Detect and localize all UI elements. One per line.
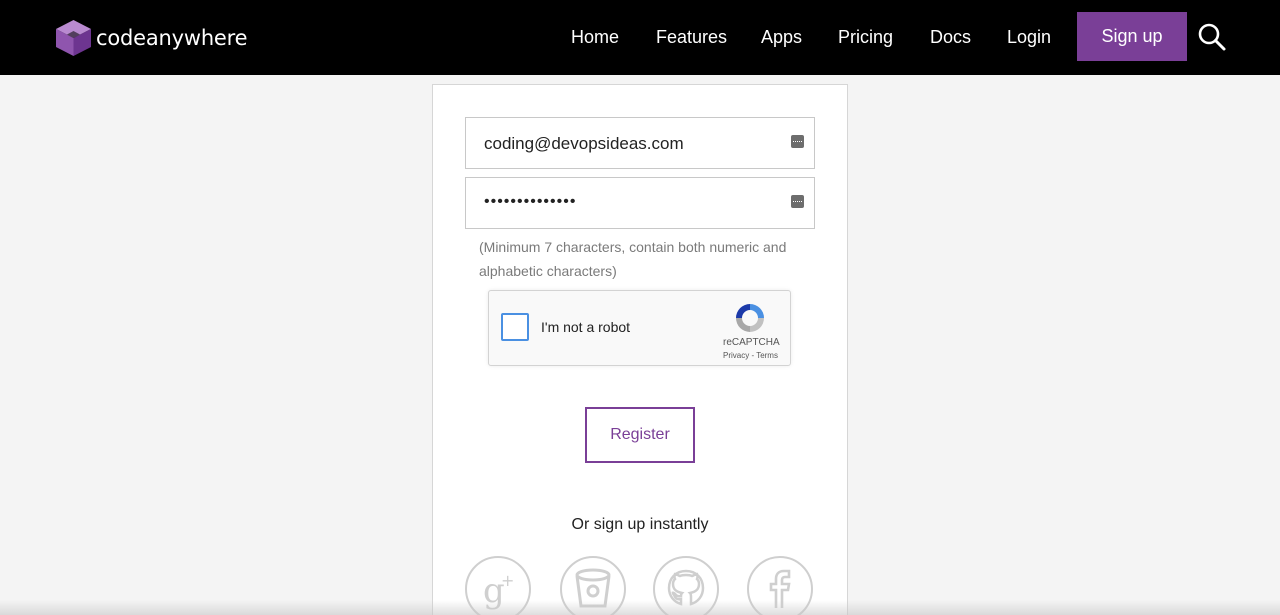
nav-apps[interactable]: Apps <box>761 26 802 48</box>
recaptcha-links[interactable]: Privacy - Terms <box>723 351 778 360</box>
nav-features[interactable]: Features <box>656 26 727 48</box>
recaptcha-logo-icon <box>736 304 764 332</box>
nav-docs[interactable]: Docs <box>930 26 971 48</box>
bottom-shadow <box>0 600 1280 615</box>
recaptcha-widget: I'm not a robot reCAPTCHA Privacy - Term… <box>488 290 791 366</box>
register-panel: coding@devopsideas.com •••••••••••••• (M… <box>432 84 848 615</box>
password-value: •••••••••••••• <box>484 193 577 210</box>
register-button[interactable]: Register <box>585 407 695 463</box>
password-hint: (Minimum 7 characters, contain both nume… <box>479 239 787 279</box>
recaptcha-brand: reCAPTCHA <box>723 337 780 348</box>
autofill-icon[interactable] <box>791 195 804 208</box>
svg-text:+: + <box>501 571 514 590</box>
or-signup-text: Or sign up instantly <box>571 516 709 533</box>
email-field[interactable]: coding@devopsideas.com <box>465 117 815 169</box>
top-navbar: codeanywhere Home Features Apps Pricing … <box>0 0 1280 75</box>
brand-name: codeanywhere <box>96 26 248 50</box>
nav-pricing[interactable]: Pricing <box>838 26 893 48</box>
autofill-icon[interactable] <box>791 135 804 148</box>
recaptcha-checkbox[interactable] <box>501 313 529 341</box>
email-value: coding@devopsideas.com <box>484 134 684 153</box>
nav-login[interactable]: Login <box>1007 26 1051 48</box>
search-icon[interactable] <box>1197 22 1227 52</box>
password-field[interactable]: •••••••••••••• <box>465 177 815 229</box>
brand-logo[interactable]: codeanywhere <box>56 20 248 56</box>
signup-button[interactable]: Sign up <box>1077 12 1187 61</box>
nav-home[interactable]: Home <box>571 26 619 48</box>
codeanywhere-cube-icon <box>56 20 91 56</box>
recaptcha-label: I'm not a robot <box>541 319 631 335</box>
